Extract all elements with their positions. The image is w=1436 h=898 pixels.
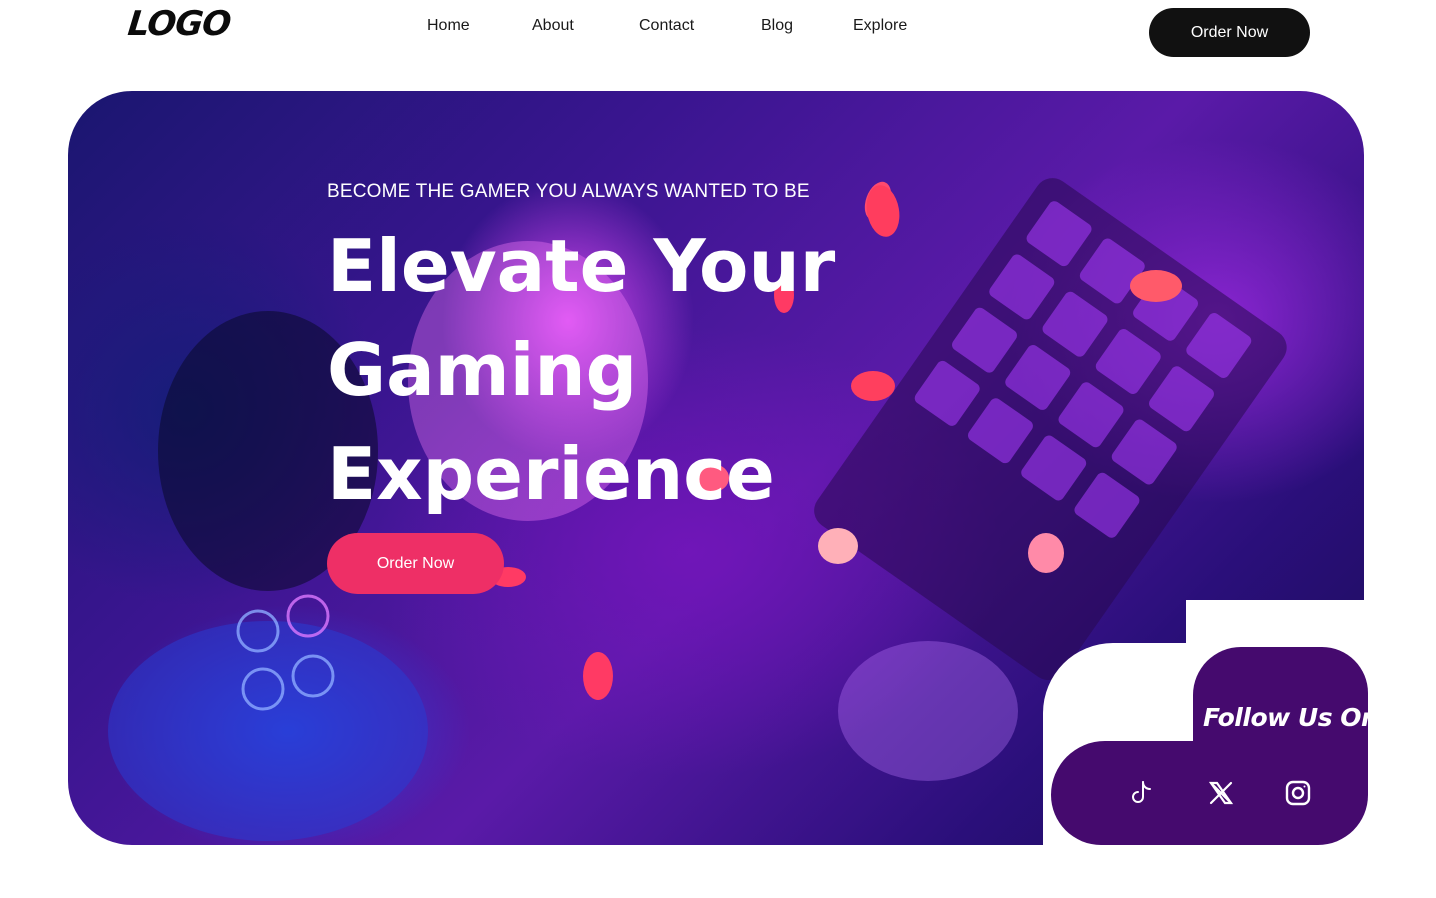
hero-headline-line: Elevate Your: [327, 224, 836, 308]
instagram-icon[interactable]: [1280, 775, 1316, 811]
tiktok-icon[interactable]: [1124, 775, 1160, 811]
hero-headline-line: Experience: [327, 432, 775, 516]
hero-headline: Elevate Your Gaming Experience: [327, 214, 887, 526]
nav-explore[interactable]: Explore: [853, 17, 907, 35]
hero-tagline: BECOME THE GAMER YOU ALWAYS WANTED TO BE: [327, 181, 810, 202]
nav-blog[interactable]: Blog: [761, 17, 793, 35]
hero-headline-line: Gaming: [327, 328, 638, 412]
hero-order-now-button[interactable]: Order Now: [327, 533, 504, 594]
header-order-now-button[interactable]: Order Now: [1149, 8, 1310, 57]
nav-home[interactable]: Home: [427, 17, 470, 35]
follow-title: Follow Us On: [1203, 703, 1379, 732]
nav-contact[interactable]: Contact: [639, 17, 694, 35]
nav-about[interactable]: About: [532, 17, 574, 35]
x-icon[interactable]: [1203, 775, 1239, 811]
